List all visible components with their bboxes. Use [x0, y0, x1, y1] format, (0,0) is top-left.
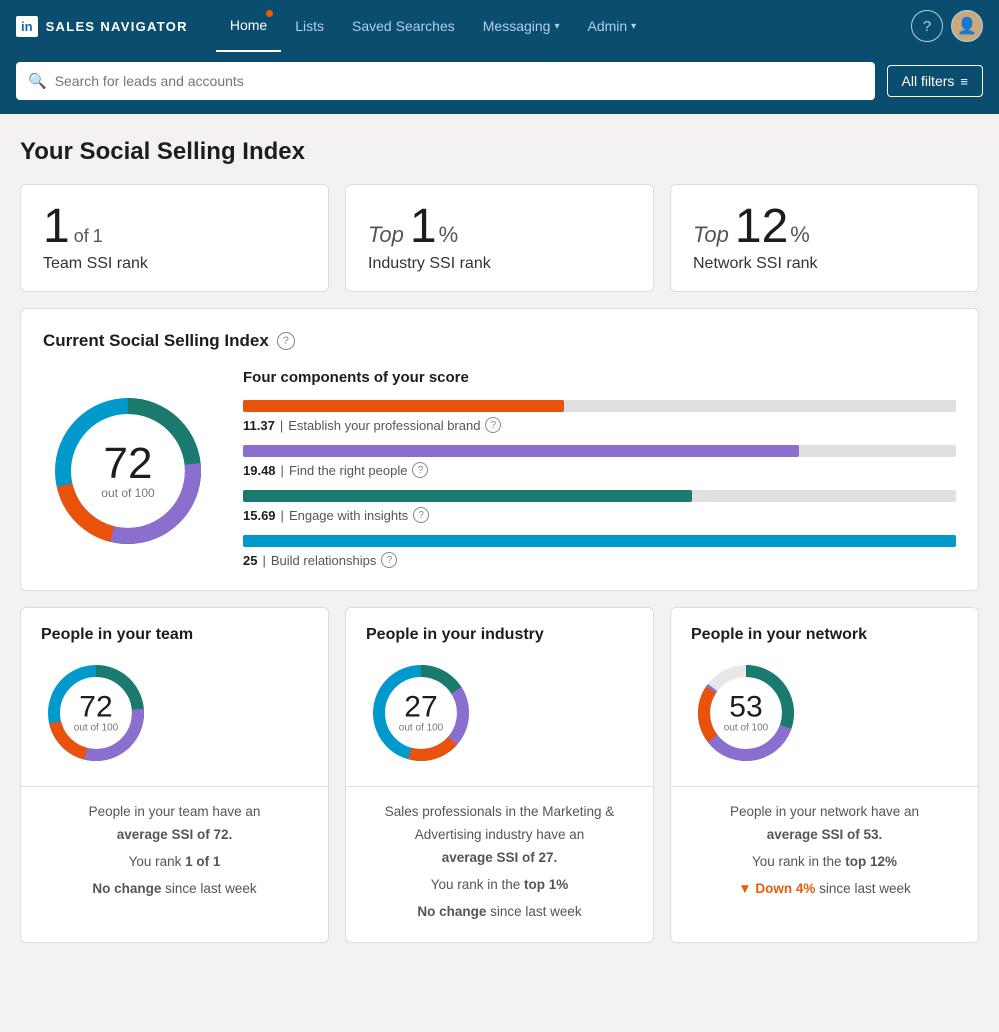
team-small-donut: 72 out of 100: [41, 658, 151, 768]
team-change-info: No change since last week: [41, 878, 308, 901]
network-rank-number: 12: [735, 203, 788, 251]
component-help-3[interactable]: ?: [413, 507, 429, 523]
industry-card-title: People in your industry: [366, 626, 633, 644]
industry-card-info: Sales professionals in the Marketing & A…: [346, 787, 653, 942]
network-card: People in your network 53 out of 100: [670, 607, 979, 943]
industry-rank-number: 1: [410, 203, 437, 251]
home-notification-dot: [266, 10, 273, 17]
rank-cards-row: 1 of 1 Team SSI rank Top 1 % Industry SS…: [20, 184, 979, 292]
search-input-container: 🔍: [16, 62, 875, 100]
network-change-info: ▼ Down 4% since last week: [691, 878, 958, 901]
team-card-info: People in your team have an average SSI …: [21, 787, 328, 919]
industry-rank-info: You rank in the top 1%: [366, 874, 633, 897]
network-score-number: 53: [724, 693, 768, 723]
ssi-donut-score: 72 out of 100: [101, 442, 154, 500]
team-rank-info: You rank 1 of 1: [41, 851, 308, 874]
team-ssi-rank-card: 1 of 1 Team SSI rank: [20, 184, 329, 292]
nav-link-home[interactable]: Home: [216, 0, 281, 52]
messaging-arrow-icon: ▾: [554, 21, 559, 32]
component-label-1: Establish your professional brand: [288, 418, 480, 433]
search-bar-row: 🔍 All filters ≡: [0, 52, 999, 114]
top-nav: in SALES NAVIGATOR Home Lists Saved Sear…: [0, 0, 999, 52]
component-help-2[interactable]: ?: [412, 462, 428, 478]
linkedin-logo[interactable]: in: [16, 16, 38, 37]
ssi-main-card: Current Social Selling Index ?: [20, 308, 979, 591]
component-bar-4: [243, 535, 956, 547]
team-rank-of: of: [74, 226, 89, 247]
component-value-4: 25: [243, 553, 257, 568]
nav-brand: SALES NAVIGATOR: [46, 19, 188, 34]
admin-arrow-icon: ▾: [631, 21, 636, 32]
all-filters-button[interactable]: All filters ≡: [887, 65, 984, 97]
component-value-1: 11.37: [243, 418, 275, 433]
component-help-4[interactable]: ?: [381, 552, 397, 568]
team-score-number: 72: [74, 693, 118, 723]
user-avatar[interactable]: 👤: [951, 10, 983, 42]
nav-link-lists[interactable]: Lists: [281, 0, 338, 52]
component-label-4: Build relationships: [271, 553, 377, 568]
industry-ssi-rank-card: Top 1 % Industry SSI rank: [345, 184, 654, 292]
ssi-card-title: Current Social Selling Index: [43, 331, 269, 351]
down-arrow-icon: ▼: [738, 881, 751, 896]
industry-rank-top-label: Top: [368, 222, 404, 248]
component-row-2: 19.48 | Find the right people ?: [243, 445, 956, 478]
component-bar-1: [243, 400, 564, 412]
industry-score-number: 27: [399, 693, 443, 723]
network-small-donut: 53 out of 100: [691, 658, 801, 768]
nav-right-icons: ? 👤: [911, 10, 983, 42]
network-rank-pct: %: [790, 222, 810, 248]
industry-score-label: out of 100: [399, 723, 443, 734]
ssi-donut-chart: 72 out of 100: [43, 386, 213, 556]
network-card-title: People in your network: [691, 626, 958, 644]
network-card-info: People in your network have an average S…: [671, 787, 978, 919]
network-rank-info: You rank in the top 12%: [691, 851, 958, 874]
nav-links: Home Lists Saved Searches Messaging ▾ Ad…: [216, 0, 911, 52]
team-rank-label: Team SSI rank: [43, 255, 306, 273]
bottom-cards-row: People in your team 72 out of 100: [20, 607, 979, 943]
main-content: Your Social Selling Index 1 of 1 Team SS…: [0, 114, 999, 1032]
components-title: Four components of your score: [243, 369, 956, 386]
component-row-1: 11.37 | Establish your professional bran…: [243, 400, 956, 433]
component-value-2: 19.48: [243, 463, 276, 478]
team-card: People in your team 72 out of 100: [20, 607, 329, 943]
component-row-3: 15.69 | Engage with insights ?: [243, 490, 956, 523]
team-score-label: out of 100: [74, 723, 118, 734]
industry-rank-pct: %: [439, 222, 459, 248]
component-value-3: 15.69: [243, 508, 276, 523]
search-input[interactable]: [55, 73, 863, 89]
component-label-3: Engage with insights: [289, 508, 408, 523]
four-components: Four components of your score 11.37 | Es…: [243, 369, 956, 572]
industry-change-info: No change since last week: [366, 901, 633, 924]
page-title: Your Social Selling Index: [20, 138, 979, 166]
help-button[interactable]: ?: [911, 10, 943, 42]
nav-link-saved-searches[interactable]: Saved Searches: [338, 0, 469, 52]
network-rank-label: Network SSI rank: [693, 255, 956, 273]
filters-icon: ≡: [960, 74, 968, 89]
component-label-2: Find the right people: [289, 463, 408, 478]
search-icon: 🔍: [28, 72, 47, 90]
nav-link-admin[interactable]: Admin ▾: [573, 0, 650, 52]
team-rank-number: 1: [43, 203, 70, 251]
ssi-score-number: 72: [101, 442, 154, 486]
nav-link-messaging[interactable]: Messaging ▾: [469, 0, 574, 52]
network-score-label: out of 100: [724, 723, 768, 734]
component-bar-2: [243, 445, 799, 457]
component-row-4: 25 | Build relationships ?: [243, 535, 956, 568]
network-ssi-rank-card: Top 12 % Network SSI rank: [670, 184, 979, 292]
component-bar-3: [243, 490, 692, 502]
team-card-title: People in your team: [41, 626, 308, 644]
industry-small-donut: 27 out of 100: [366, 658, 476, 768]
ssi-score-label: out of 100: [101, 486, 154, 500]
component-help-1[interactable]: ?: [485, 417, 501, 433]
network-rank-top-label: Top: [693, 222, 729, 248]
team-rank-total: 1: [93, 226, 103, 247]
industry-card: People in your industry 27 out of 100: [345, 607, 654, 943]
ssi-help-icon[interactable]: ?: [277, 332, 295, 350]
industry-rank-label: Industry SSI rank: [368, 255, 631, 273]
